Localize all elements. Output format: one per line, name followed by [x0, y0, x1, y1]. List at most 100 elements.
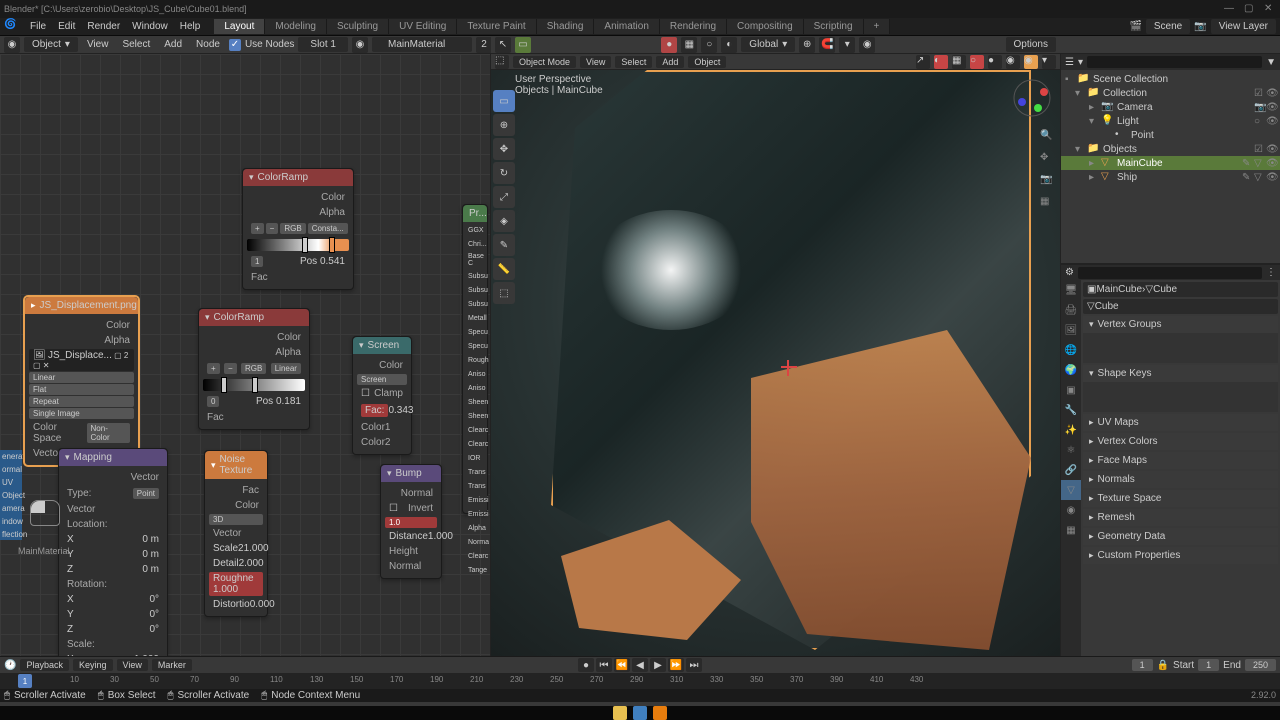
mesh-name-field[interactable]: ▽ Cube [1083, 299, 1278, 314]
menu-window[interactable]: Window [126, 19, 174, 34]
shader-node-editor[interactable]: enerated ormal UV Object amera indow fle… [0, 54, 490, 656]
view-menu[interactable]: View [117, 659, 148, 671]
node-header[interactable]: Pr... [463, 205, 487, 222]
tree-camera[interactable]: ▸📷Camera📷👁 [1061, 100, 1280, 114]
tab-sculpting[interactable]: Sculpting [327, 19, 389, 34]
strength-field[interactable]: 1.0 [385, 517, 437, 528]
snap-toggle-icon[interactable]: 🧲 [819, 37, 835, 53]
taskbar-edge-icon[interactable] [633, 706, 647, 720]
section-vertex-colors[interactable]: ▸ Vertex Colors [1083, 433, 1278, 450]
proportional-type-icon[interactable]: ◐ [721, 37, 737, 53]
node-header[interactable]: ▾ ColorRamp [199, 309, 309, 326]
tree-point[interactable]: •Point [1061, 128, 1280, 142]
tab-rendering[interactable]: Rendering [660, 19, 727, 34]
tab-add[interactable]: + [864, 19, 891, 34]
object-mode-selector[interactable]: Object ▾ [24, 37, 78, 52]
material-slot[interactable]: Slot 1 [298, 37, 348, 52]
close-icon[interactable]: ✕ [1264, 3, 1276, 15]
node-header[interactable]: ▾ Bump [381, 465, 441, 482]
pan-icon[interactable]: ✥ [1040, 152, 1058, 170]
section-remesh[interactable]: ▸ Remesh [1083, 509, 1278, 526]
frame-lock-icon[interactable]: 🔒 [1157, 660, 1169, 671]
gizmo-icon[interactable]: ↗ [916, 55, 930, 69]
jump-next-icon[interactable]: ⏩ [668, 658, 684, 672]
tab-texture[interactable]: ▦ [1061, 520, 1081, 540]
props-editor-icon[interactable]: ⚙ [1065, 267, 1074, 278]
end-frame-field[interactable]: 250 [1245, 659, 1276, 671]
keying-menu[interactable]: Keying [73, 659, 113, 671]
section-vertex-groups[interactable]: ▾ Vertex Groups [1083, 316, 1278, 363]
overlay-icon[interactable]: ◐ [934, 55, 948, 69]
tab-animation[interactable]: Animation [594, 19, 659, 34]
image-file-field[interactable]: 🖼 JS_Displace... ▢ 2 ▢ ✕ [29, 349, 134, 371]
tab-compositing[interactable]: Compositing [727, 19, 804, 34]
proportional-icon[interactable]: ○ [701, 37, 717, 53]
tab-modifier[interactable]: 🔧 [1061, 400, 1081, 420]
measure-tool[interactable]: 📏 [493, 258, 515, 280]
editor-type-icon[interactable]: ◉ [4, 37, 20, 53]
section-shape-keys[interactable]: ▾ Shape Keys [1083, 365, 1278, 412]
menu-file[interactable]: File [24, 19, 52, 34]
tab-output[interactable]: 🖨 [1061, 300, 1081, 320]
gradient-widget[interactable] [203, 379, 305, 391]
jump-end-icon[interactable]: ⏭ [686, 658, 702, 672]
perspective-icon[interactable]: ▦ [1040, 196, 1058, 214]
play-reverse-icon[interactable]: ◀ [632, 658, 648, 672]
timeline-type-icon[interactable]: 🕐 [4, 660, 16, 671]
section-normals[interactable]: ▸ Normals [1083, 471, 1278, 488]
jump-prev-icon[interactable]: ⏪ [614, 658, 630, 672]
tab-render[interactable]: 🖥 [1061, 280, 1081, 300]
shading-dropdown-icon[interactable]: ▾ [1042, 55, 1056, 69]
tab-scene[interactable]: 🌐 [1061, 340, 1081, 360]
scale-tool[interactable]: ⤢ [493, 186, 515, 208]
roughness-slider[interactable]: Roughne 1.000 [209, 572, 263, 596]
filter-icon[interactable]: ▼ [1266, 57, 1276, 68]
gradient-widget[interactable] [247, 239, 349, 251]
tree-scene-collection[interactable]: ▪📁Scene Collection [1061, 72, 1280, 86]
annotate-tool[interactable]: ✎ [493, 234, 515, 256]
zoom-icon[interactable]: 🔍 [1040, 130, 1058, 148]
tab-physics[interactable]: ⚛ [1061, 440, 1081, 460]
section-face-maps[interactable]: ▸ Face Maps [1083, 452, 1278, 469]
texcoord-node-partial[interactable]: enerated ormal UV Object amera indow fle… [0, 450, 22, 540]
section-geometry-data[interactable]: ▸ Geometry Data [1083, 528, 1278, 545]
tab-uv-editing[interactable]: UV Editing [389, 19, 457, 34]
tab-scripting[interactable]: Scripting [804, 19, 864, 34]
options-dropdown[interactable]: Options [1006, 37, 1056, 52]
playhead[interactable]: 1 [18, 674, 32, 688]
fac-slider[interactable]: Fac: [361, 404, 388, 417]
mode-selector[interactable]: Object Mode [513, 56, 576, 68]
tab-constraint[interactable]: 🔗 [1061, 460, 1081, 480]
xray-icon[interactable]: ▦ [952, 55, 966, 69]
material-icon[interactable]: ◉ [352, 37, 368, 53]
shading-wire-icon[interactable]: ○ [970, 55, 984, 69]
tab-modeling[interactable]: Modeling [265, 19, 327, 34]
move-tool[interactable]: ✥ [493, 138, 515, 160]
tree-objects-collection[interactable]: ▾📁Objects☑👁 [1061, 142, 1280, 156]
scene-selector[interactable]: Scene [1146, 19, 1190, 34]
pivot-icon[interactable]: ⊕ [799, 37, 815, 53]
cursor-tool[interactable]: ⊕ [493, 114, 515, 136]
pin-icon[interactable]: 2 [476, 37, 492, 53]
marker-menu[interactable]: Marker [152, 659, 192, 671]
node-bump[interactable]: ▾ Bump Normal ☐Invert 1.0 Distance1.000 … [380, 464, 442, 579]
node-header[interactable]: ▾ ColorRamp [243, 169, 353, 186]
select-tool-icon[interactable]: ▭ [515, 37, 531, 53]
proportional-toggle-icon[interactable]: ◉ [859, 37, 875, 53]
node-header[interactable]: ▾ Screen [353, 337, 411, 354]
viewport-3d-canvas[interactable]: User Perspective Objects | MainCube ▭ ⊕ … [491, 70, 1060, 656]
camera-view-icon[interactable]: 📷 [1040, 174, 1058, 192]
vp-menu-object[interactable]: Object [688, 56, 726, 68]
play-icon[interactable]: ▶ [650, 658, 666, 672]
section-texture-space[interactable]: ▸ Texture Space [1083, 490, 1278, 507]
tree-ship[interactable]: ▸▽Ship✎▽👁 [1061, 170, 1280, 184]
props-search-input[interactable] [1078, 267, 1262, 279]
node-noise-texture[interactable]: ▾ Noise Texture Fac Color 3D Vector Scal… [204, 450, 268, 617]
transform-tool[interactable]: ◈ [493, 210, 515, 232]
playback-menu[interactable]: Playback [20, 659, 69, 671]
tab-layout[interactable]: Layout [214, 19, 265, 34]
jump-start-icon[interactable]: ⏮ [596, 658, 612, 672]
vp-menu-select[interactable]: Select [615, 56, 652, 68]
shading-rendered-icon[interactable]: ◉ [1024, 55, 1038, 69]
tree-maincube[interactable]: ▸▽MainCube✎▽👁 [1061, 156, 1280, 170]
